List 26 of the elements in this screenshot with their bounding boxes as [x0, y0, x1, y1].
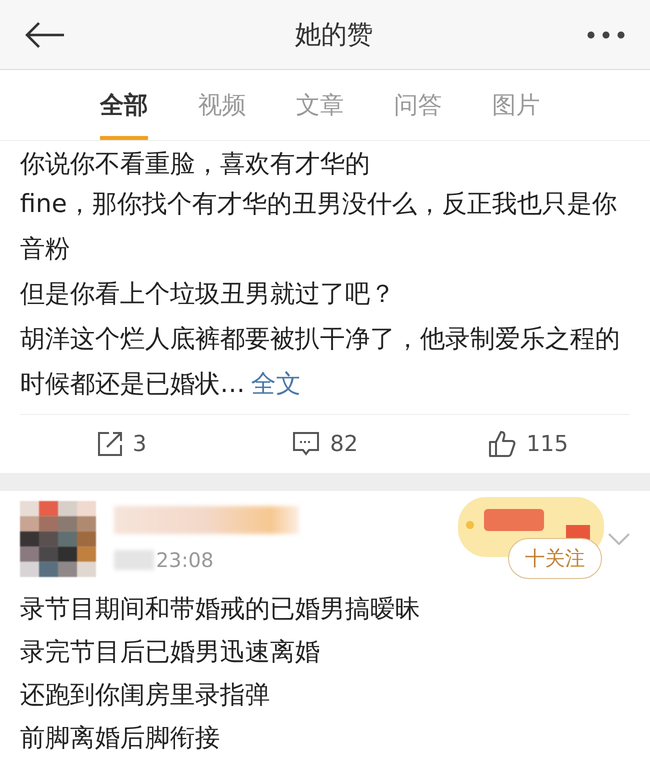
- back-arrow-icon[interactable]: [24, 20, 66, 48]
- page-title: 她的赞: [295, 19, 373, 52]
- tab[interactable]: 全部: [100, 70, 148, 140]
- tab[interactable]: 问答: [394, 70, 442, 140]
- more-icon[interactable]: [586, 30, 626, 40]
- post-text: 胡洋这个烂人底裤都要被扒干净了，他录制爱乐之程的时候都还是已婚状… 全文: [20, 323, 621, 400]
- post-text: 录节目期间和带婚戒的已婚男搞暧昧: [20, 593, 421, 625]
- tab[interactable]: 视频: [198, 70, 246, 140]
- post-text: 前脚离婚后脚衔接: [20, 722, 221, 754]
- full-text-link[interactable]: 全文: [251, 369, 301, 398]
- action-count: 115: [526, 432, 568, 456]
- post-text: 录完节目后已婚男迅速离婚: [20, 636, 321, 668]
- tab[interactable]: 文章: [296, 70, 344, 140]
- post-text: 但是你看上个垃圾丑男就过了吧？: [20, 278, 396, 310]
- action-count: 82: [330, 432, 358, 456]
- share-icon[interactable]: [96, 431, 123, 457]
- tab[interactable]: 图片: [492, 70, 540, 140]
- blurred-date: [114, 550, 154, 570]
- thumbs-up-icon[interactable]: [488, 430, 516, 458]
- action-count: 3: [132, 432, 147, 456]
- comment-icon[interactable]: [292, 431, 320, 457]
- post-text: fine，那你找个有才华的丑男没什么，反正我也只是你音粉: [20, 188, 618, 265]
- post-text: 你说你不看重脸，喜欢有才华的: [20, 148, 371, 180]
- follow-button[interactable]: 十关注: [508, 538, 602, 578]
- post-time: 23:08: [156, 548, 214, 572]
- post-text: 还跑到你闺房里录指弹: [20, 679, 271, 711]
